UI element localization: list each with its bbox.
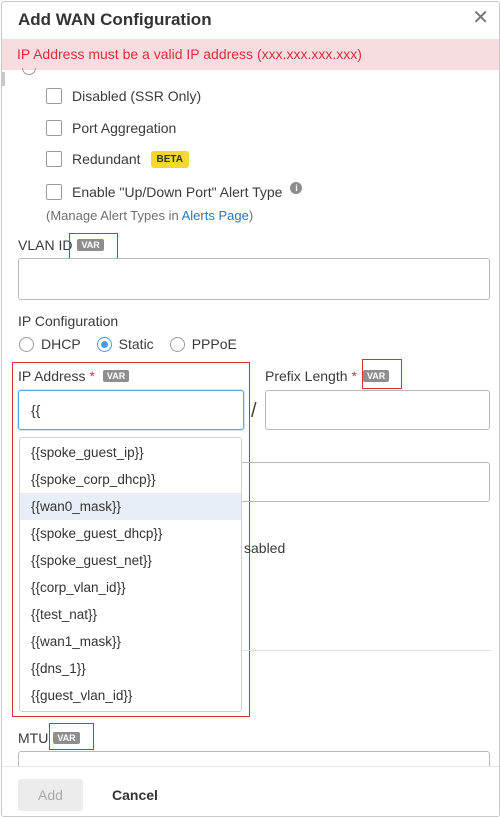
ip-configuration-options: DHCP Static PPPoE bbox=[19, 336, 253, 352]
clipped-text bbox=[46, 69, 246, 74]
dialog-footer: Add Cancel bbox=[2, 766, 499, 816]
redundant-checkbox[interactable] bbox=[46, 151, 62, 167]
mtu-text: MTU bbox=[18, 730, 49, 746]
alert-type-label: Enable "Up/Down Port" Alert Type bbox=[72, 184, 283, 200]
suggestion-item[interactable]: {{spoke_guest_dhcp}} bbox=[20, 520, 241, 547]
cancel-button[interactable]: Cancel bbox=[106, 779, 164, 811]
suggestion-item-highlighted[interactable]: {{wan0_mask}} bbox=[20, 493, 241, 520]
prefix-length-text: Prefix Length bbox=[265, 368, 348, 384]
background-input bbox=[242, 462, 490, 502]
vlan-var-highlight bbox=[69, 233, 118, 260]
suggestion-item[interactable]: {{guest_vlan_id}} bbox=[20, 682, 241, 709]
radio-static[interactable]: Static bbox=[96, 336, 154, 352]
suggestion-item[interactable]: {{wan1_mask}} bbox=[20, 628, 241, 655]
static-radio[interactable] bbox=[96, 336, 112, 352]
alerts-page-link[interactable]: Alerts Page bbox=[182, 208, 249, 223]
ip-address-value: {{ bbox=[31, 402, 41, 418]
suggestion-item[interactable]: {{spoke_corp_dhcp}} bbox=[20, 466, 241, 493]
pppoe-label: PPPoE bbox=[191, 336, 237, 352]
vlan-id-input[interactable] bbox=[18, 258, 490, 300]
prefix-length-input[interactable] bbox=[265, 390, 490, 430]
prefix-length-required: * bbox=[351, 368, 357, 384]
alert-type-checkbox[interactable] bbox=[46, 184, 62, 200]
option-redundant[interactable]: Redundant BETA bbox=[46, 149, 189, 169]
redundant-label: Redundant bbox=[72, 151, 141, 167]
background-divider bbox=[242, 650, 491, 651]
error-alert: IP Address must be a valid IP address (x… bbox=[2, 39, 499, 70]
ip-address-required: * bbox=[89, 368, 95, 384]
disabled-label: Disabled (SSR Only) bbox=[72, 88, 202, 104]
dialog-title: Add WAN Configuration bbox=[18, 10, 212, 29]
variable-suggestions-dropdown: {{spoke_guest_ip}} {{spoke_corp_dhcp}} {… bbox=[19, 437, 242, 712]
option-alert-type[interactable]: Enable "Up/Down Port" Alert Type i bbox=[46, 182, 303, 202]
manage-alerts-note: (Manage Alert Types in Alerts Page) bbox=[46, 208, 253, 223]
info-icon[interactable]: i bbox=[290, 182, 303, 194]
vlan-id-text: VLAN ID bbox=[18, 237, 73, 253]
suggestion-item[interactable]: {{spoke_guest_ip}} bbox=[20, 439, 241, 466]
port-aggregation-label: Port Aggregation bbox=[72, 120, 177, 136]
dhcp-radio[interactable] bbox=[19, 336, 34, 352]
prefix-separator: / bbox=[251, 400, 257, 422]
manage-note-suffix: ) bbox=[248, 208, 254, 223]
radio-dhcp[interactable]: DHCP bbox=[19, 336, 81, 352]
disabled-checkbox[interactable] bbox=[46, 88, 62, 104]
ip-configuration-text: IP Configuration bbox=[18, 313, 119, 329]
dialog-header: Add WAN Configuration ✕ bbox=[2, 2, 499, 38]
static-label: Static bbox=[118, 336, 154, 352]
background-partial-text: sabled bbox=[244, 540, 286, 556]
suggestion-item[interactable]: {{corp_vlan_id}} bbox=[20, 574, 241, 601]
beta-badge: BETA bbox=[150, 150, 189, 168]
ip-address-label: IP Address * VAR bbox=[18, 368, 130, 384]
radio-pppoe[interactable]: PPPoE bbox=[169, 336, 237, 352]
suggestion-item[interactable]: {{spoke_guest_net}} bbox=[20, 547, 241, 574]
add-button[interactable]: Add bbox=[18, 779, 83, 811]
suggestion-item[interactable]: {{dns_1}} bbox=[20, 655, 241, 682]
ip-address-text: IP Address bbox=[18, 368, 86, 384]
close-icon[interactable]: ✕ bbox=[472, 5, 489, 30]
ip-address-var-badge: VAR bbox=[102, 370, 130, 382]
dhcp-label: DHCP bbox=[41, 336, 81, 352]
ip-configuration-label: IP Configuration bbox=[18, 313, 118, 329]
ip-address-input[interactable]: {{ bbox=[18, 390, 244, 430]
option-port-aggregation[interactable]: Port Aggregation bbox=[46, 118, 176, 138]
port-aggregation-checkbox[interactable] bbox=[46, 120, 62, 136]
option-disabled[interactable]: Disabled (SSR Only) bbox=[46, 86, 201, 106]
pppoe-radio[interactable] bbox=[169, 336, 185, 352]
manage-note-prefix: (Manage Alert Types in bbox=[46, 208, 182, 223]
clipped-radio bbox=[22, 68, 36, 75]
suggestion-item[interactable]: {{test_nat}} bbox=[20, 601, 241, 628]
prefix-var-highlight bbox=[362, 359, 402, 389]
add-wan-dialog: Add WAN Configuration ✕ IP Address must … bbox=[1, 1, 500, 817]
mtu-var-highlight bbox=[49, 723, 94, 750]
left-edge-mark bbox=[2, 72, 5, 86]
